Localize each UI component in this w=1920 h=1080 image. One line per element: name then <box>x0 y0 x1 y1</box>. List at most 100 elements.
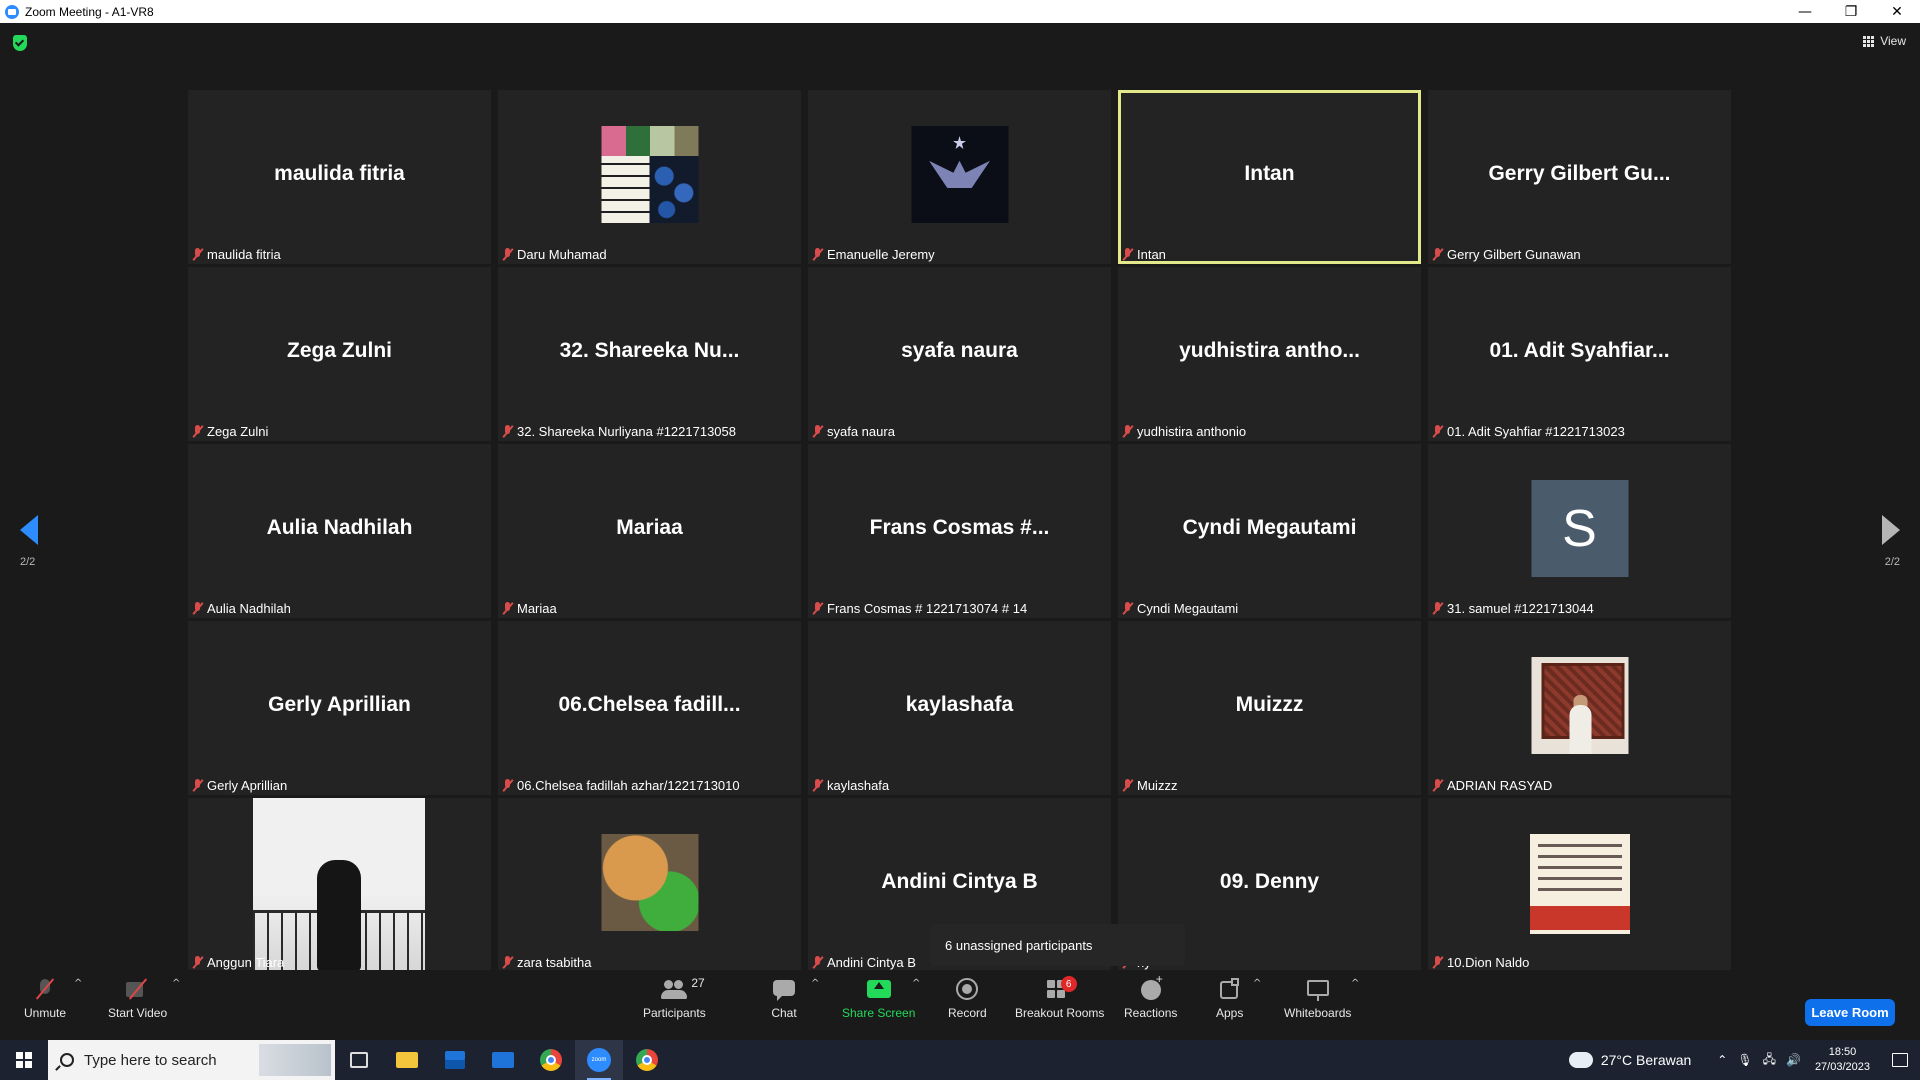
show-hidden-icons-chevron-icon[interactable]: ⌃ <box>1717 1053 1727 1067</box>
profile-picture <box>601 126 698 223</box>
participant-tile[interactable]: yudhistira antho... yudhistira anthonio <box>1118 267 1421 441</box>
volume-icon[interactable]: 🔊 <box>1786 1053 1801 1067</box>
mic-muted-icon <box>192 424 203 438</box>
chat-options-chevron-icon[interactable]: ^ <box>811 978 819 989</box>
participant-name: Cyndi Megautami <box>1137 600 1239 616</box>
chat-button[interactable]: Chat <box>771 978 797 1020</box>
share-screen-button[interactable]: Share Screen <box>842 978 915 1020</box>
weather-text[interactable]: 27°C Berawan <box>1601 1052 1691 1068</box>
file-explorer-button[interactable] <box>383 1040 431 1080</box>
chat-label: Chat <box>771 1006 797 1020</box>
participant-name: maulida fitria <box>207 246 281 262</box>
participant-tile[interactable]: Anggun Tiara <box>188 798 491 972</box>
zoom-taskbar-button[interactable]: zoom <box>575 1040 623 1080</box>
participant-tile[interactable]: Frans Cosmas #... Frans Cosmas # 12217130… <box>808 444 1111 618</box>
participant-tile[interactable]: S 31. samuel #1221713044 <box>1428 444 1731 618</box>
breakout-rooms-button[interactable]: 6 Breakout Rooms <box>1015 976 1105 1020</box>
participant-display-name: Andini Cintya B <box>881 870 1038 893</box>
clock[interactable]: 18:50 27/03/2023 <box>1815 1045 1870 1075</box>
participant-tile[interactable]: zara tsabitha <box>498 798 801 972</box>
breakout-rooms-label: Breakout Rooms <box>1015 1006 1105 1020</box>
participant-name: zara tsabitha <box>517 954 592 970</box>
participant-label: Daru Muhamad <box>502 244 607 264</box>
record-icon <box>954 978 980 1002</box>
chrome-icon <box>540 1049 562 1071</box>
microsoft-store-button[interactable] <box>431 1040 479 1080</box>
participant-tile[interactable]: kaylashafa kaylashafa <box>808 621 1111 795</box>
participant-label: Mariaa <box>502 598 557 618</box>
chrome-button[interactable] <box>527 1040 575 1080</box>
start-button[interactable] <box>0 1040 48 1080</box>
taskbar-search-box[interactable]: Type here to search <box>48 1040 335 1080</box>
notifications-button[interactable] <box>1880 1040 1920 1080</box>
start-video-button[interactable]: Start Video <box>108 978 167 1020</box>
participant-tile[interactable]: Muizzz Muizzz <box>1118 621 1421 795</box>
participant-tile[interactable]: Mariaa Mariaa <box>498 444 801 618</box>
participant-tile[interactable]: syafa naura syafa naura <box>808 267 1111 441</box>
participant-display-name: kaylashafa <box>905 693 1014 716</box>
chrome-icon <box>636 1049 658 1071</box>
window-titlebar: Zoom Meeting - A1-VR8 — ❐ ✕ <box>0 0 1920 23</box>
participant-label: 06.Chelsea fadillah azhar/1221713010 <box>502 775 740 795</box>
record-label: Record <box>948 1006 987 1020</box>
participant-tile[interactable]: Aulia Nadhilah Aulia Nadhilah <box>188 444 491 618</box>
record-button[interactable]: Record <box>948 978 987 1020</box>
participant-tile[interactable]: maulida fitria maulida fitria <box>188 90 491 264</box>
encryption-shield-icon[interactable] <box>13 35 27 51</box>
participant-name: kaylashafa <box>827 777 890 793</box>
participant-label: 01. Adit Syahfiar #1221713023 <box>1432 421 1625 441</box>
reactions-button[interactable]: Reactions <box>1124 972 1177 1020</box>
whiteboards-options-chevron-icon[interactable]: ^ <box>1351 978 1359 989</box>
participant-display-name: Intan <box>1244 162 1295 185</box>
participant-tile[interactable]: Daru Muhamad <box>498 90 801 264</box>
participant-name: Mariaa <box>517 600 557 616</box>
task-view-button[interactable] <box>335 1040 383 1080</box>
participant-tile[interactable]: Gerry Gilbert Gu... Gerry Gilbert Gunawan <box>1428 90 1731 264</box>
participant-tile[interactable]: ADRIAN RASYAD <box>1428 621 1731 795</box>
participant-name: Muizzz <box>1137 777 1178 793</box>
participant-tile[interactable]: 32. Shareeka Nu... 32. Shareeka Nurliyana… <box>498 267 801 441</box>
participant-tile[interactable]: 06.Chelsea fadill... 06.Chelsea fadillah … <box>498 621 801 795</box>
mic-muted-icon <box>812 247 823 261</box>
maximize-button[interactable]: ❐ <box>1828 0 1874 23</box>
previous-page-arrow-icon[interactable] <box>20 515 38 545</box>
participant-name: 10.Dion Naldo <box>1447 954 1530 970</box>
window-title: Zoom Meeting - A1-VR8 <box>25 4 154 19</box>
mic-muted-icon <box>192 247 203 261</box>
start-video-label: Start Video <box>108 1006 168 1020</box>
mic-muted-icon <box>1432 247 1443 261</box>
microphone-icon[interactable]: 🎙 <box>1737 1053 1752 1067</box>
participant-tile[interactable]: Zega Zulni Zega Zulni <box>188 267 491 441</box>
whiteboards-button[interactable]: Whiteboards <box>1284 978 1351 1020</box>
mail-button[interactable] <box>479 1040 527 1080</box>
participants-button[interactable]: 27 Participants <box>643 976 706 1020</box>
participant-display-name: Mariaa <box>616 516 683 539</box>
participant-name: syafa naura <box>827 423 895 439</box>
participant-tile[interactable]: Gerly Aprillian Gerly Aprillian <box>188 621 491 795</box>
participant-label: Zega Zulni <box>192 421 268 441</box>
participant-tile-active-speaker[interactable]: Intan Intan <box>1118 90 1421 264</box>
minimize-button[interactable]: — <box>1782 0 1828 23</box>
store-icon <box>445 1051 465 1069</box>
participant-tile[interactable]: Emanuelle Jeremy <box>808 90 1111 264</box>
chrome-profile-button[interactable] <box>623 1040 671 1080</box>
network-icon[interactable]: 🖧 <box>1763 1050 1776 1071</box>
apps-options-chevron-icon[interactable]: ^ <box>1253 978 1261 989</box>
participant-tile[interactable]: Cyndi Megautami Cyndi Megautami <box>1118 444 1421 618</box>
share-options-chevron-icon[interactable]: ^ <box>912 978 920 989</box>
view-button[interactable]: View <box>1863 34 1906 48</box>
audio-options-chevron-icon[interactable]: ^ <box>74 978 82 989</box>
participant-tile[interactable]: 01. Adit Syahfiar... 01. Adit Syahfiar #1… <box>1428 267 1731 441</box>
share-screen-label: Share Screen <box>842 1006 916 1020</box>
participant-display-name: maulida fitria <box>274 162 405 185</box>
unmute-button[interactable]: Unmute <box>24 978 66 1020</box>
video-options-chevron-icon[interactable]: ^ <box>172 978 180 989</box>
participant-label: maulida fitria <box>192 244 281 264</box>
close-button[interactable]: ✕ <box>1874 0 1920 23</box>
participant-tile[interactable]: 10.Dion Naldo <box>1428 798 1731 972</box>
apps-button[interactable]: Apps <box>1216 978 1243 1020</box>
participant-label: Gerly Aprillian <box>192 775 287 795</box>
next-page-arrow-icon[interactable] <box>1882 515 1900 545</box>
zoom-app-icon <box>5 4 19 19</box>
leave-room-button[interactable]: Leave Room <box>1805 999 1895 1026</box>
